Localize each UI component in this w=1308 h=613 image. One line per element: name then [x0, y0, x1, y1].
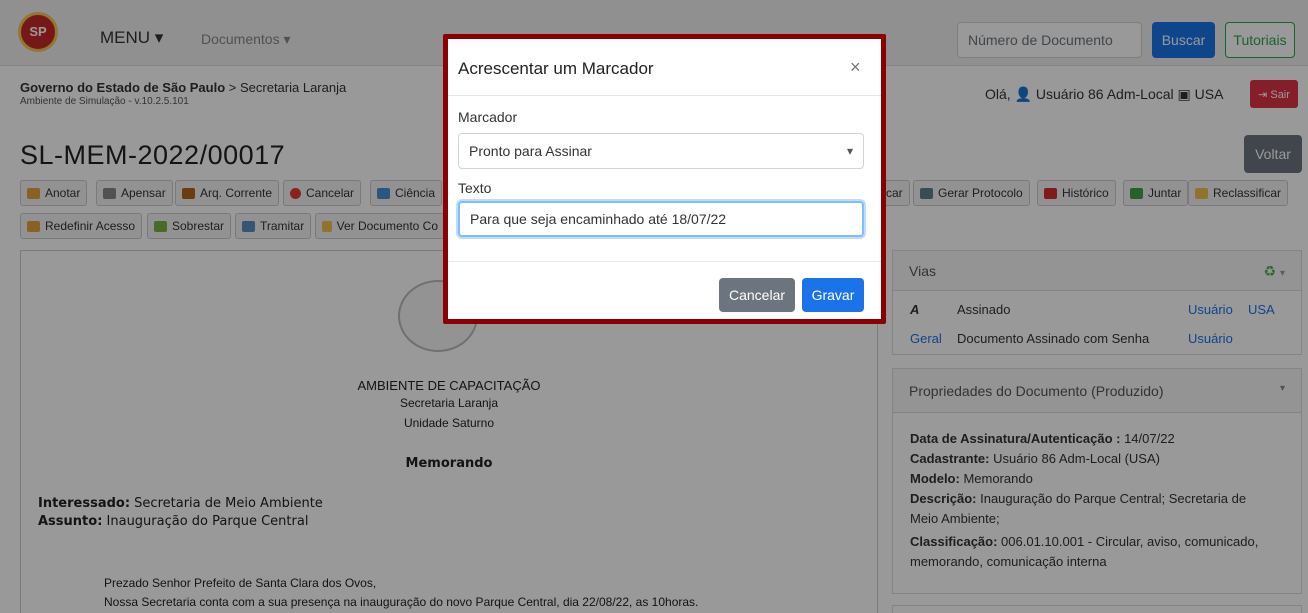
- dialog-footer-divider: [448, 261, 881, 262]
- dialog-title: Acrescentar um Marcador: [458, 59, 654, 78]
- add-marker-dialog: Acrescentar um Marcador × Marcador Pront…: [443, 34, 886, 324]
- cancel-button[interactable]: Cancelar: [719, 278, 795, 312]
- marker-label: Marcador: [458, 109, 518, 125]
- close-icon[interactable]: ×: [850, 57, 861, 78]
- marker-text-input[interactable]: [458, 201, 864, 237]
- marker-select[interactable]: Pronto para Assinar ▾: [458, 133, 864, 169]
- marker-select-value: Pronto para Assinar: [469, 143, 592, 159]
- chevron-down-icon: ▾: [846, 144, 853, 158]
- save-button[interactable]: Gravar: [802, 278, 864, 312]
- dialog-header-divider: [448, 95, 881, 96]
- text-label: Texto: [458, 180, 492, 196]
